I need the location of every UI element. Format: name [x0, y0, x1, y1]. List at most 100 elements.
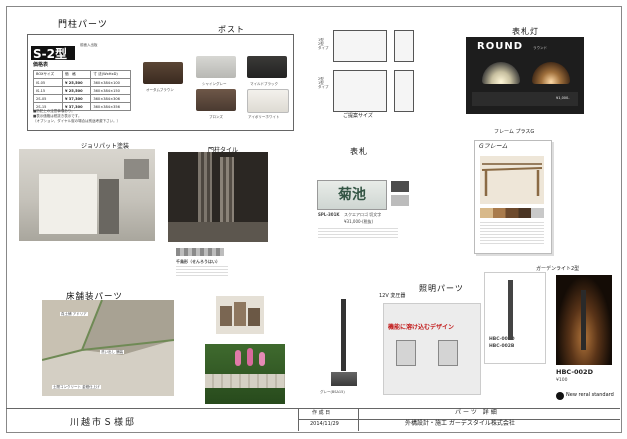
post-drawing-front: [333, 70, 387, 112]
proposal-label: ご提案サイズ: [343, 113, 373, 119]
stone-block: [220, 306, 232, 326]
post-drawing-front: [333, 30, 387, 62]
price-header-cell: 価 格: [61, 70, 92, 79]
section-title-gate-post: 門柱パーツ: [58, 20, 108, 30]
footer-company: 外構設計・施工 ガーデスタイル株式会社: [405, 420, 515, 427]
footer-date: 2014/11/29: [310, 421, 339, 427]
gate-tile-spec-lines: [176, 266, 228, 278]
post-color-label: シャイングレー: [202, 82, 227, 86]
light-brand: ROUND: [477, 41, 523, 52]
floor-label-b: 洗い出し 舗装: [100, 350, 125, 355]
post-color-label: オータムブラウン: [146, 88, 174, 92]
transformer-unit: [438, 340, 458, 366]
tile-column: [220, 157, 234, 222]
frame-pergola-image: [480, 156, 544, 204]
frame-title: Gフレーム: [479, 143, 508, 150]
flower: [259, 352, 265, 366]
price-header-cell: 寸 法(WxHxD): [90, 70, 131, 79]
post-image-autumn-brown: [143, 62, 183, 84]
stone-border: [205, 374, 285, 388]
price-cell: ¥ 25,500: [61, 78, 92, 87]
post-drawing-side: [394, 30, 414, 62]
new-standard-logo: [556, 392, 564, 400]
post-image-mild-black: [247, 56, 287, 78]
gate-tile-name: 千鳥形（せんろうはい）: [176, 259, 220, 264]
table-row: IS-05 ¥ 25,500 360×384×100: [33, 78, 131, 87]
jolypate-photo: [19, 149, 155, 241]
footer-date-label: 作 成 日: [312, 410, 331, 416]
type-b-label: 2型 1型 タイプ: [318, 77, 329, 90]
post-color-label: マイルドブラック: [250, 82, 278, 86]
post-color-label: ブロンズ: [209, 115, 223, 119]
price-cell: ¥ 37,300: [61, 94, 92, 103]
price-cell: IS-15: [33, 86, 63, 95]
gate-tile-sample: [176, 248, 224, 256]
post-drawing-side: [394, 70, 414, 112]
garden-post-base: [331, 372, 357, 386]
nameplate-spec-lines: [318, 228, 398, 240]
post-image-bronze: [196, 89, 236, 111]
price-header-cell: BOXサイズ: [33, 70, 63, 79]
garden-post-color: グレー(BSA15): [320, 390, 345, 394]
price-cell: 360×384×150: [90, 86, 131, 95]
table-row: 2S-05 ¥ 37,300 360×384×306: [33, 94, 131, 103]
section-title-lighting: 照明パーツ: [419, 284, 464, 293]
post-image-shine-gray: [196, 56, 236, 78]
light-brand-sub: ラウンド: [533, 46, 547, 50]
nameplate-small-sample: [391, 195, 409, 206]
nameplate-text: 菊池: [338, 187, 366, 203]
stone-block: [248, 308, 260, 326]
post-note: ■表示価格は税抜き表示です。: [33, 114, 82, 118]
stone-edging-photo: [216, 296, 264, 334]
flower: [235, 350, 241, 366]
transformer-label: 12V 変圧器: [379, 293, 406, 299]
section-title-garden-light: ガーデンライト2型: [536, 266, 580, 272]
price-cell: 360×384×306: [90, 94, 131, 103]
frame-swatch-row: [480, 208, 544, 218]
nameplate-small-sample: [391, 181, 409, 192]
nameplate-model: SPL-301K: [318, 212, 340, 217]
light-post-image: [508, 280, 513, 340]
post-note: （オプション、ダイヤル錠の場合は別途考慮下さい。）: [33, 119, 121, 123]
price-cell: 360×384×356: [90, 102, 131, 111]
price-table-header: BOXサイズ 価 格 寸 法(WxHxD): [33, 70, 131, 79]
price-cell: ¥ 25,500: [61, 86, 92, 95]
tile-column: [198, 152, 212, 222]
price-cell: IS-05: [33, 78, 63, 87]
wall-white: [39, 174, 97, 234]
garden-post-light: [341, 299, 346, 371]
garden-light-model: HBC-002D: [556, 368, 593, 376]
frame-spec-lines: [480, 222, 544, 246]
lighting-catchphrase: 機能に溶け込むデザイン: [388, 324, 455, 331]
nameplate-price: ¥31,000-(税抜): [344, 219, 374, 224]
garden-light-price: ¥100: [556, 378, 568, 383]
floor-label-c: 土間コンクリート 金鏝仕上げ: [52, 385, 101, 390]
floor-label-a: 真土鋪 アドリア: [60, 312, 88, 317]
section-title-nameplate-light: 表札灯: [512, 27, 539, 36]
nameplate-desc: スクエアロゴ 切文字: [344, 212, 382, 217]
flower: [247, 348, 253, 366]
stone-block: [234, 302, 246, 326]
price-cell: 2S-05: [33, 94, 63, 103]
price-table: BOXサイズ 価 格 寸 法(WxHxD) IS-05 ¥ 25,500 360…: [33, 70, 131, 111]
post-image-ivory-white: [247, 89, 289, 113]
post-note: ■防犯上の注意事項あり。: [33, 109, 75, 113]
price-cell: 360×384×100: [90, 78, 131, 87]
model-label: S-2型: [33, 47, 67, 61]
section-title-frame: フレーム プラスG: [494, 129, 535, 135]
post-color-label: アイボリーホワイト: [248, 115, 280, 119]
ground: [168, 222, 268, 242]
price-table-title: 価格表: [33, 62, 49, 68]
transformer-unit: [396, 340, 416, 366]
section-title-nameplate: 表札: [350, 147, 368, 156]
type-a-label: 1型 2型 タイプ: [318, 38, 329, 51]
table-row: IS-15 ¥ 25,500 360×384×150: [33, 86, 131, 95]
light-catalog: [484, 272, 546, 364]
house-window: [124, 159, 149, 179]
model-note: 前面入出板: [80, 43, 98, 47]
wall-dark: [99, 179, 119, 234]
footer-title: パーツ 詳細: [455, 409, 499, 416]
garden-light-post: [581, 290, 586, 350]
footer-client: 川越市Ｓ様邸: [70, 418, 137, 428]
gate-tile-photo: [168, 152, 268, 242]
